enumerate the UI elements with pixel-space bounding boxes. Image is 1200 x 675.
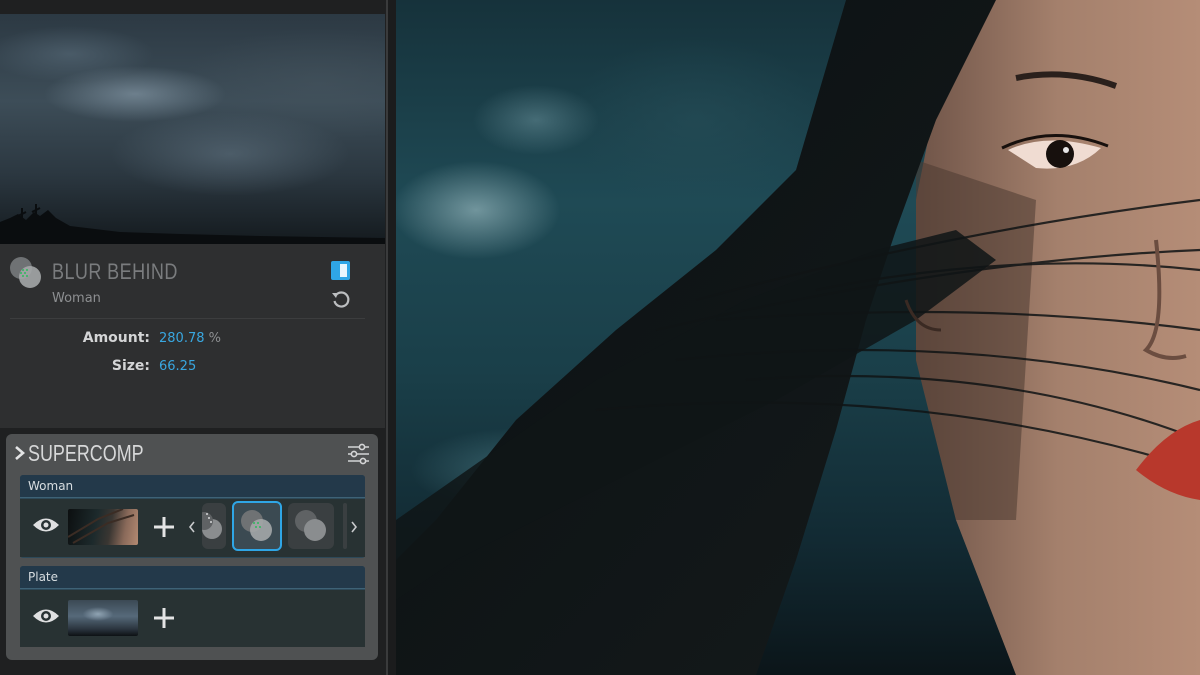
preview-image <box>0 14 385 244</box>
layer-name: Woman <box>28 479 74 493</box>
effect-panel: BLUR BEHIND Woman Amount: 280.78 % Size:… <box>0 0 388 675</box>
effect-node-blur-behind[interactable] <box>232 501 282 551</box>
divider <box>10 318 365 319</box>
layer-body <box>20 499 365 557</box>
woman-thumbnail[interactable] <box>68 509 138 545</box>
plate-thumbnail[interactable] <box>68 600 138 636</box>
chevron-left-icon[interactable] <box>187 520 197 534</box>
layer-name: Plate <box>28 570 59 584</box>
plus-icon[interactable] <box>152 515 176 539</box>
effect-node-prev[interactable] <box>202 503 226 549</box>
layer-header: Plate <box>20 566 365 589</box>
composite-canvas[interactable] <box>396 0 1200 675</box>
amount-value[interactable]: 280.78 % <box>159 331 221 346</box>
param-label: Size: <box>111 358 150 374</box>
reset-icon[interactable] <box>330 289 352 311</box>
effect-title: BLUR BEHIND <box>52 259 178 284</box>
eye-icon[interactable] <box>32 515 60 535</box>
amount-unit: % <box>208 331 221 346</box>
layer-woman[interactable]: Woman <box>20 475 365 558</box>
sliders-icon[interactable] <box>346 443 371 465</box>
layer-body <box>20 590 365 647</box>
venn-circles-icon <box>10 257 41 288</box>
toggle-knob <box>340 264 347 277</box>
effect-node-next[interactable] <box>288 503 334 549</box>
plus-icon[interactable] <box>152 606 176 630</box>
effect-node-edge <box>343 503 347 549</box>
effect-toggle[interactable] <box>331 261 350 280</box>
chevron-right-icon[interactable] <box>349 520 359 534</box>
layer-header: Woman <box>20 475 365 498</box>
eye-icon[interactable] <box>32 606 60 626</box>
composite-image <box>396 0 1200 675</box>
supercomp-title: SUPERCOMP <box>28 440 144 466</box>
param-label: Amount: <box>82 330 150 346</box>
chevron-right-icon[interactable] <box>14 444 26 462</box>
amount-number: 280.78 <box>159 331 205 346</box>
size-value[interactable]: 66.25 <box>159 359 196 374</box>
effect-layer-name: Woman <box>52 291 101 306</box>
layer-plate[interactable]: Plate <box>20 566 365 647</box>
